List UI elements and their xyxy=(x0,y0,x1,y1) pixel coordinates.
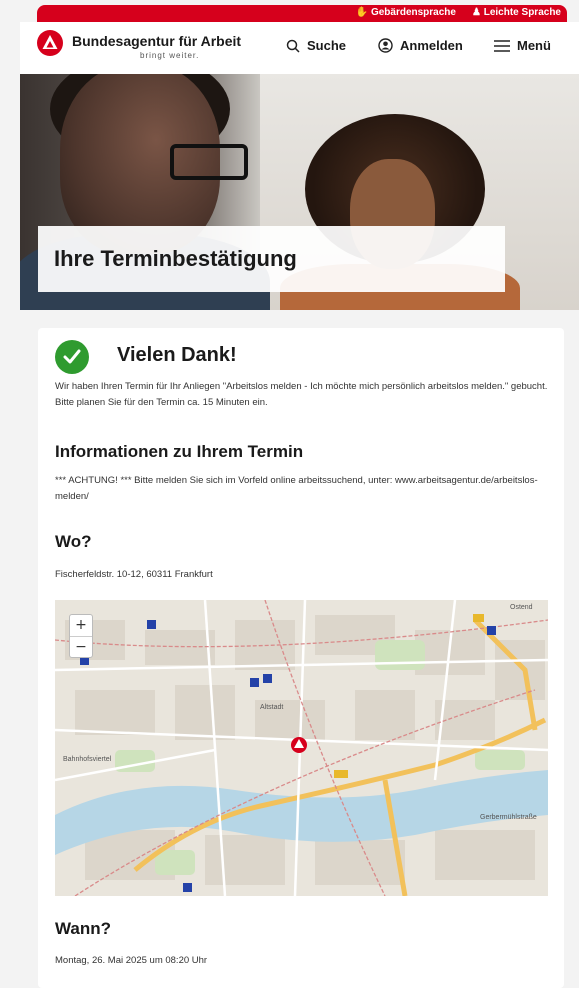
page-title: Ihre Terminbestätigung xyxy=(54,246,297,271)
success-check-icon xyxy=(55,340,89,374)
map-label-ostend: Ostend xyxy=(510,604,533,611)
top-bar: ✋ Gebärdensprache ♟ Leichte Sprache xyxy=(37,5,567,22)
info-text: *** ACHTUNG! *** Bitte melden Sie sich i… xyxy=(55,475,538,502)
user-icon xyxy=(378,38,393,53)
hamburger-icon xyxy=(494,39,510,52)
map-tiles xyxy=(55,600,548,896)
thanks-heading: Vielen Dank! xyxy=(117,344,237,366)
brand-name[interactable]: Bundesagentur für Arbeit xyxy=(72,33,241,49)
zoom-in-button[interactable]: + xyxy=(70,615,92,636)
confirmation-card: Vielen Dank! Wir haben Ihren Termin für … xyxy=(38,328,564,988)
search-button[interactable]: Suche xyxy=(286,38,346,53)
when-heading: Wann? xyxy=(55,919,112,938)
map-label-gerbermuehlstrasse: Gerbermühlstraße xyxy=(480,814,537,821)
map-label-bahnhofsviertel: Bahnhofsviertel xyxy=(63,756,112,763)
confirmation-text: Wir haben Ihren Termin für Ihr Anliegen … xyxy=(55,381,548,408)
address-text: Fischerfeldstr. 10-12, 60311 Frankfurt xyxy=(55,569,213,580)
site-header: Bundesagentur für Arbeit bringt weiter. … xyxy=(20,22,579,74)
map-zoom-control: + − xyxy=(69,614,93,658)
search-icon xyxy=(286,39,300,53)
where-heading: Wo? xyxy=(55,532,92,551)
location-map[interactable]: + − Ostend Bahnhofsviertel Altstadt Gerb… xyxy=(55,600,548,896)
sign-language-link[interactable]: ✋ Gebärdensprache xyxy=(356,7,456,18)
zoom-out-button[interactable]: − xyxy=(70,636,92,658)
appointment-datetime: Montag, 26. Mai 2025 um 08:20 Uhr xyxy=(55,955,208,966)
brand-tagline: bringt weiter. xyxy=(140,51,200,60)
hero-title-box: Ihre Terminbestätigung xyxy=(38,226,505,292)
menu-button[interactable]: Menü xyxy=(494,38,551,53)
map-label-altstadt: Altstadt xyxy=(260,704,284,711)
easy-language-link[interactable]: ♟ Leichte Sprache xyxy=(472,7,561,18)
logo-icon[interactable] xyxy=(37,30,63,56)
login-button[interactable]: Anmelden xyxy=(378,38,463,53)
info-heading: Informationen zu Ihrem Termin xyxy=(55,442,304,461)
